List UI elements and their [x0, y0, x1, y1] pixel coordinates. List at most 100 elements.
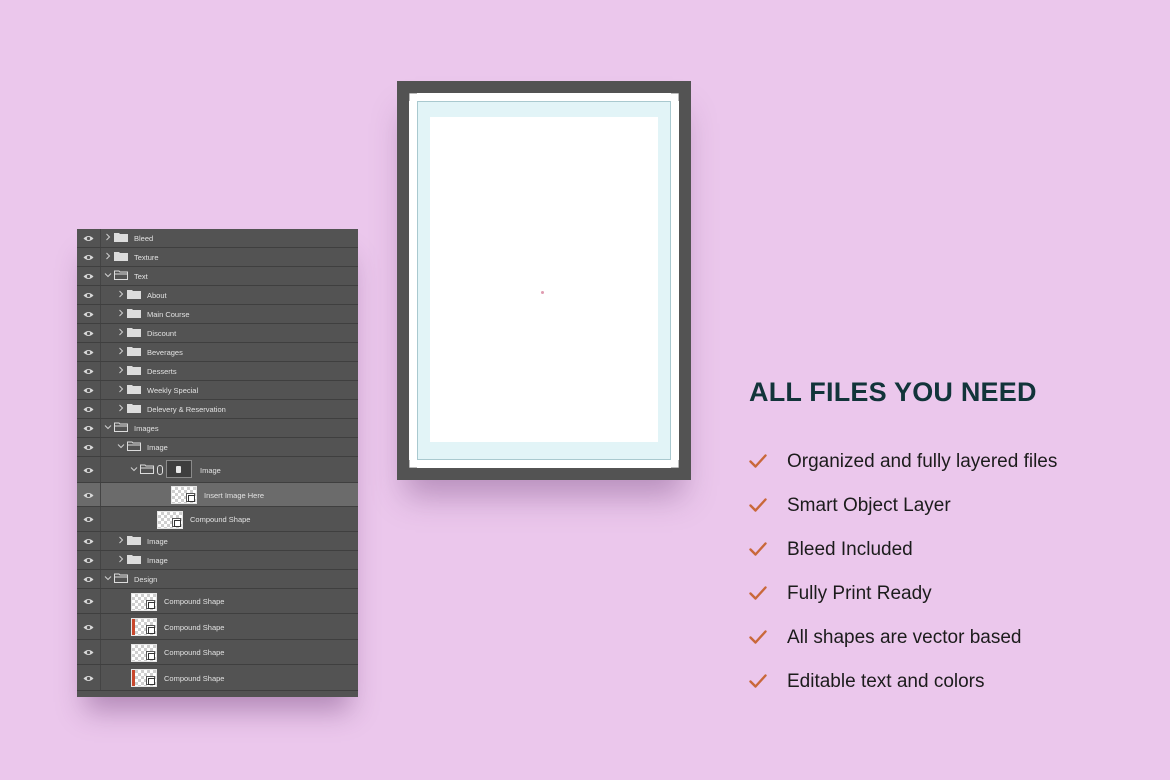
folder-icon — [127, 404, 141, 413]
visibility-toggle[interactable] — [77, 248, 101, 266]
vector-shape-icon — [172, 518, 181, 527]
layer-thumbnail — [171, 486, 197, 504]
chevron-right-icon[interactable] — [117, 404, 125, 412]
eye-icon — [83, 255, 94, 260]
layer-row[interactable]: Design — [77, 570, 358, 589]
chevron-right-icon[interactable] — [117, 366, 125, 374]
visibility-toggle[interactable] — [77, 438, 101, 456]
layer-name: Text — [134, 272, 148, 281]
layer-name: Bleed — [134, 234, 154, 243]
bleed-area — [417, 101, 671, 460]
layer-row[interactable]: Texture — [77, 248, 358, 267]
layer-thumbnail — [157, 511, 183, 529]
vector-shape-icon — [146, 651, 155, 660]
chevron-down-icon[interactable] — [104, 423, 112, 431]
check-icon — [749, 454, 767, 468]
feature-item: Editable text and colors — [749, 671, 1129, 695]
visibility-toggle[interactable] — [77, 305, 101, 323]
visibility-toggle[interactable] — [77, 419, 101, 437]
layer-row[interactable]: Delevery & Reservation — [77, 400, 358, 419]
layer-row[interactable]: Image — [77, 551, 358, 570]
layer-row[interactable]: Discount — [77, 324, 358, 343]
layer-name: Compound Shape — [190, 515, 251, 524]
visibility-toggle[interactable] — [77, 286, 101, 304]
visibility-toggle[interactable] — [77, 570, 101, 588]
chevron-down-icon[interactable] — [104, 271, 112, 279]
chevron-right-icon[interactable] — [117, 290, 125, 298]
layer-row[interactable]: Compound Shape — [77, 614, 358, 640]
layer-name: Texture — [134, 253, 159, 262]
smart-object-icon — [186, 493, 195, 502]
eye-icon — [83, 388, 94, 393]
chevron-right-icon[interactable] — [117, 347, 125, 355]
feature-label: Fully Print Ready — [787, 583, 932, 604]
eye-icon — [83, 445, 94, 450]
folder-icon — [127, 366, 141, 375]
layer-row[interactable]: Compound Shape — [77, 589, 358, 614]
layer-row[interactable]: Main Course — [77, 305, 358, 324]
feature-item: Smart Object Layer — [749, 495, 1129, 519]
visibility-toggle[interactable] — [77, 324, 101, 342]
eye-icon — [83, 236, 94, 241]
folder-icon — [127, 347, 141, 356]
eye-icon — [83, 274, 94, 279]
visibility-toggle[interactable] — [77, 362, 101, 380]
layer-row[interactable]: Image — [77, 457, 358, 483]
chevron-down-icon[interactable] — [104, 574, 112, 582]
layer-row[interactable]: Bleed — [77, 229, 358, 248]
layer-row[interactable]: Weekly Special — [77, 381, 358, 400]
vector-shape-icon — [146, 600, 155, 609]
document-canvas — [409, 93, 679, 468]
feature-label: Bleed Included — [787, 539, 913, 560]
chevron-right-icon[interactable] — [104, 233, 112, 241]
visibility-toggle[interactable] — [77, 640, 101, 664]
layer-row[interactable]: About — [77, 286, 358, 305]
visibility-toggle[interactable] — [77, 229, 101, 247]
mask-thumbnail — [166, 460, 192, 478]
layer-row[interactable]: Image — [77, 438, 358, 457]
visibility-toggle[interactable] — [77, 343, 101, 361]
visibility-toggle[interactable] — [77, 614, 101, 639]
layer-row[interactable]: Compound Shape — [77, 507, 358, 532]
layer-row[interactable]: Beverages — [77, 343, 358, 362]
chevron-right-icon[interactable] — [117, 385, 125, 393]
eye-icon — [83, 407, 94, 412]
chevron-right-icon[interactable] — [117, 536, 125, 544]
chevron-right-icon[interactable] — [117, 555, 125, 563]
feature-item: Organized and fully layered files — [749, 451, 1129, 475]
layer-row[interactable]: Insert Image Here — [77, 483, 358, 507]
chevron-right-icon[interactable] — [117, 309, 125, 317]
visibility-toggle[interactable] — [77, 589, 101, 613]
chevron-right-icon[interactable] — [117, 328, 125, 336]
visibility-toggle[interactable] — [77, 532, 101, 550]
chevron-down-icon[interactable] — [130, 465, 138, 473]
layer-name: Image — [147, 537, 168, 546]
layer-name: Delevery & Reservation — [147, 405, 226, 414]
chevron-down-icon[interactable] — [117, 442, 125, 450]
chevron-right-icon[interactable] — [104, 252, 112, 260]
visibility-toggle[interactable] — [77, 381, 101, 399]
visibility-toggle[interactable] — [77, 665, 101, 690]
eye-icon — [83, 293, 94, 298]
layer-row[interactable]: Compound Shape — [77, 665, 358, 691]
visibility-toggle[interactable] — [77, 483, 101, 506]
layer-row[interactable]: Text — [77, 267, 358, 286]
visibility-toggle[interactable] — [77, 400, 101, 418]
layer-name: Image — [147, 556, 168, 565]
document-preview — [397, 81, 691, 480]
folder-icon — [114, 252, 128, 261]
layer-name: Image — [147, 443, 168, 452]
layer-row[interactable]: Compound Shape — [77, 640, 358, 665]
layer-name: Main Course — [147, 310, 190, 319]
visibility-toggle[interactable] — [77, 267, 101, 285]
section-heading: ALL FILES YOU NEED — [749, 377, 1037, 407]
layer-row[interactable]: Images — [77, 419, 358, 438]
visibility-toggle[interactable] — [77, 507, 101, 531]
layer-row[interactable]: Desserts — [77, 362, 358, 381]
layer-row[interactable]: Image — [77, 532, 358, 551]
folder-icon — [114, 573, 128, 583]
eye-icon — [83, 675, 94, 681]
visibility-toggle[interactable] — [77, 457, 101, 482]
color-edge — [132, 670, 135, 686]
visibility-toggle[interactable] — [77, 551, 101, 569]
